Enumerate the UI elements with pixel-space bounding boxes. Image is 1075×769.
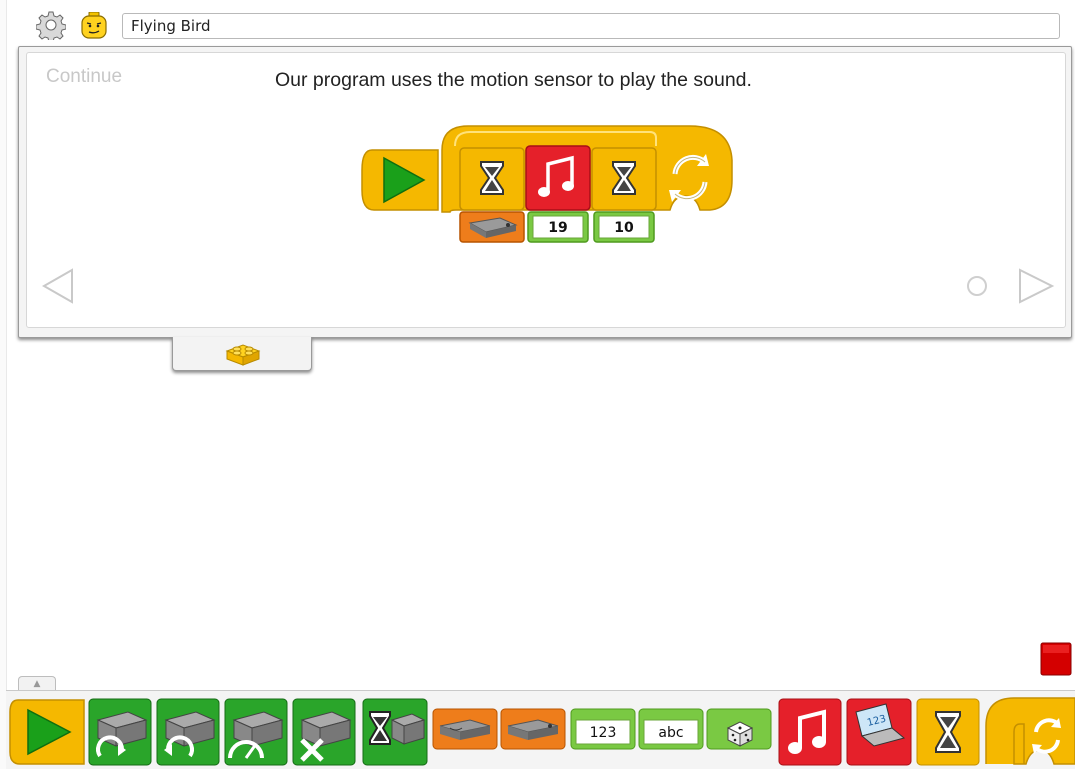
palette-number-input[interactable]: 123 — [570, 708, 636, 750]
number-input-label: 123 — [590, 725, 617, 741]
program-motion-sensor-input — [459, 211, 525, 243]
palette-random-input[interactable] — [706, 708, 772, 750]
lesson-text: Our program uses the motion sensor to pl… — [275, 69, 752, 91]
wait-number-value: 10 — [614, 220, 634, 236]
program-wait-block-2 — [591, 147, 657, 211]
next-page-triangle-right-icon[interactable] — [1016, 268, 1056, 304]
palette-motor-that-way-block[interactable] — [156, 698, 220, 766]
palette-motor-power-block[interactable] — [224, 698, 288, 766]
palette-motor-this-way-block[interactable] — [88, 698, 152, 766]
previous-page-triangle-left-icon[interactable] — [40, 268, 76, 304]
palette-display-block[interactable]: 123 — [846, 698, 912, 766]
palette-motor-on-for-block[interactable] — [362, 698, 428, 766]
lego-brick-icon — [225, 344, 261, 366]
settings-gear-icon[interactable] — [36, 10, 66, 40]
workspace-left-edge — [0, 0, 7, 769]
program-wait-block-1 — [459, 147, 525, 211]
program-illustration: 19 10 — [361, 125, 733, 243]
continue-label[interactable]: Continue — [46, 66, 122, 88]
palette-loop-block[interactable] — [984, 696, 1075, 766]
palette-tilt-sensor-input[interactable] — [432, 708, 498, 750]
palette-wait-for-block[interactable] — [916, 698, 980, 766]
palette-motion-sensor-input[interactable] — [500, 708, 566, 750]
content-toggle-tab[interactable] — [172, 337, 312, 371]
palette-motor-off-block[interactable] — [292, 698, 356, 766]
text-input-label: abc — [658, 725, 683, 741]
program-start-block — [361, 149, 439, 211]
stop-button[interactable] — [1040, 642, 1072, 676]
palette-sound-block[interactable] — [778, 698, 842, 766]
minifig-face-icon[interactable] — [80, 12, 108, 40]
sound-number-value: 19 — [548, 220, 567, 236]
program-sound-block — [525, 145, 591, 211]
page-indicator-circle-icon — [967, 276, 987, 296]
palette-text-input[interactable]: abc — [638, 708, 704, 750]
palette-start-block[interactable] — [8, 698, 86, 766]
project-title-input[interactable] — [122, 13, 1060, 39]
